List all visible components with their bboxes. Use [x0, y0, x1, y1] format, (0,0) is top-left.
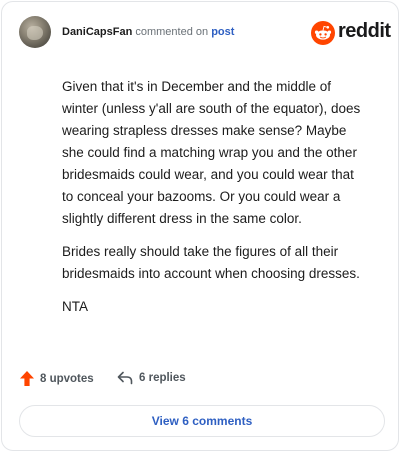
reply-count: 6 replies	[139, 372, 186, 384]
reddit-wordmark: reddit	[338, 20, 391, 42]
upvote-button[interactable]: 8 upvotes	[20, 371, 94, 386]
comment-card: DaniCapsFan commented on post reddit Giv…	[1, 1, 399, 451]
upvote-count: 8 upvotes	[40, 372, 94, 385]
username[interactable]: DaniCapsFan	[62, 26, 132, 38]
user-avatar[interactable]	[19, 16, 51, 48]
view-comments-button[interactable]: View 6 comments	[19, 405, 385, 437]
meta-action-text: commented on	[135, 26, 209, 38]
comment-paragraph: Given that it's in December and the midd…	[62, 79, 361, 226]
comment-paragraph: NTA	[62, 299, 88, 314]
comment-header: DaniCapsFan commented on post reddit	[19, 16, 391, 54]
comment-actions: 8 upvotes 6 replies	[20, 371, 386, 391]
reply-arrow-icon	[117, 371, 133, 385]
reddit-snoo-icon	[311, 21, 335, 45]
comment-body: Given that it's in December and the midd…	[62, 76, 362, 329]
post-link[interactable]: post	[211, 26, 234, 38]
upvote-arrow-icon	[20, 371, 34, 386]
comment-meta: DaniCapsFan commented on post	[62, 26, 234, 38]
comment-paragraph: Brides really should take the figures of…	[62, 244, 360, 281]
replies-button[interactable]: 6 replies	[117, 371, 186, 385]
reddit-logo[interactable]: reddit	[311, 18, 391, 46]
